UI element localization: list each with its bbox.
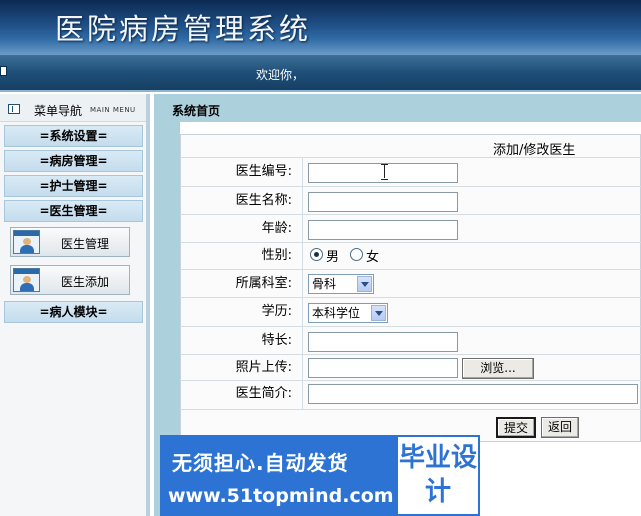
menu-category-patient[interactable]: =病人模块= (4, 301, 143, 323)
doctor-id-label: 医生编号: (180, 158, 303, 186)
department-label: 所属科室: (180, 270, 303, 297)
doctor-name-input[interactable] (308, 192, 458, 212)
menu-header: 菜单导航 MAIN MENU (0, 94, 146, 122)
gender-male-label: 男 (326, 250, 340, 265)
department-value: 骨科 (312, 277, 337, 291)
doctor-icon (13, 268, 40, 292)
doctor-add-button[interactable]: 医生添加 (10, 265, 130, 295)
gender-male-radio[interactable] (310, 248, 323, 261)
form-row-photo: 照片上传: 浏览... (180, 355, 641, 381)
watermark-badge: 毕业设计 (398, 437, 478, 514)
menu-category-doctor[interactable]: =医生管理= (4, 200, 143, 222)
education-label: 学历: (180, 298, 303, 326)
form-heading-row: 添加/修改医生 (180, 134, 641, 158)
education-select[interactable]: 本科学位 (308, 303, 388, 323)
watermark-banner: 无须担心.自动发货 www.51topmind.com 毕业设计 (160, 435, 480, 516)
back-button[interactable]: 返回 (541, 417, 579, 438)
photo-label: 照片上传: (180, 355, 303, 380)
form-row-gender: 性别: 男 女 (180, 243, 641, 270)
gender-female-label: 女 (366, 250, 380, 265)
doctor-add-label: 医生添加 (61, 275, 110, 289)
department-select[interactable]: 骨科 (308, 274, 374, 294)
form-title: 添加/修改医生 (493, 143, 576, 158)
form-row-doctor-name: 医生名称: (180, 187, 641, 215)
education-value: 本科学位 (312, 306, 361, 320)
age-label: 年龄: (180, 215, 303, 242)
intro-label: 医生简介: (180, 381, 303, 409)
form-row-specialty: 特长: (180, 327, 641, 355)
doctor-manage-label: 医生管理 (61, 237, 110, 251)
form-row-intro: 医生简介: (180, 381, 641, 410)
submit-button[interactable]: 提交 (496, 417, 536, 438)
app-banner: 医院病房管理系统 (0, 0, 641, 55)
breadcrumb: 系统首页 (172, 104, 221, 118)
age-input[interactable] (308, 220, 458, 240)
toggle-icon[interactable] (0, 66, 7, 76)
form-row-department: 所属科室: 骨科 (180, 270, 641, 298)
gender-label: 性别: (180, 243, 303, 269)
form-row-age: 年龄: (180, 215, 641, 243)
welcome-text: 欢迎你， (256, 68, 305, 82)
intro-input[interactable] (308, 384, 638, 404)
doctor-manage-button[interactable]: 医生管理 (10, 227, 130, 257)
form-row-education: 学历: 本科学位 (180, 298, 641, 327)
gender-female-radio[interactable] (350, 248, 363, 261)
browse-button[interactable]: 浏览... (462, 358, 534, 379)
doctor-name-label: 医生名称: (180, 187, 303, 214)
watermark-url: www.51topmind.com (168, 485, 394, 507)
menu-category-ward[interactable]: =病房管理= (4, 150, 143, 172)
doctor-icon (13, 230, 40, 254)
specialty-input[interactable] (308, 332, 458, 352)
breadcrumb-bar: 系统首页 (154, 94, 641, 122)
photo-file-input[interactable] (308, 358, 458, 378)
menu-category-nurse[interactable]: =护士管理= (4, 175, 143, 197)
form-row-doctor-id: 医生编号: (180, 158, 641, 187)
watermark-slogan: 无须担心.自动发货 (172, 451, 349, 475)
specialty-label: 特长: (180, 327, 303, 354)
app-title: 医院病房管理系统 (55, 12, 312, 46)
menu-title: 菜单导航 (34, 104, 83, 118)
chevron-down-icon (371, 305, 386, 321)
sidebar: 菜单导航 MAIN MENU =系统设置= =病房管理= =护士管理= =医生管… (0, 94, 150, 516)
top-nav-bar: 欢迎你， (0, 55, 641, 92)
menu-title-en: MAIN MENU (90, 106, 136, 114)
menu-category-system[interactable]: =系统设置= (4, 125, 143, 147)
chevron-down-icon (357, 276, 372, 292)
text-cursor-icon (381, 164, 388, 180)
menu-icon (8, 104, 20, 114)
